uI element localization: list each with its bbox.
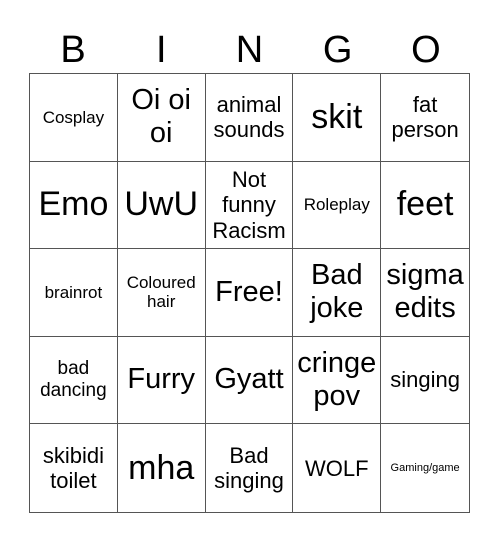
bingo-cell[interactable]: Not funny Racism — [205, 161, 294, 250]
header-letter-n: N — [235, 29, 264, 71]
bingo-cell[interactable]: skibidi toilet — [30, 424, 118, 512]
bingo-cell[interactable]: fat person — [381, 74, 469, 162]
header-letter-i: I — [156, 29, 167, 71]
header-letter-b: B — [60, 29, 86, 71]
bingo-cell[interactable]: sigma edits — [381, 249, 469, 337]
bingo-header: B I N G O — [29, 27, 470, 73]
bingo-cell-free[interactable]: Free! — [205, 249, 294, 337]
bingo-cell[interactable]: Emo — [30, 161, 118, 250]
bingo-cell[interactable]: Roleplay — [293, 161, 382, 250]
header-letter-g: G — [322, 29, 353, 71]
bingo-grid: Cosplay Oi oi oi animal sounds skit fat … — [29, 73, 470, 513]
bingo-cell[interactable]: Gaming/game — [381, 424, 469, 512]
bingo-cell[interactable]: cringe pov — [293, 336, 382, 425]
bingo-cell[interactable]: Bad singing — [206, 424, 294, 512]
bingo-cell[interactable]: Furry — [117, 336, 206, 425]
bingo-cell[interactable]: animal sounds — [205, 74, 294, 162]
bingo-cell[interactable]: mha — [118, 424, 206, 512]
bingo-cell[interactable]: skit — [293, 74, 382, 162]
bingo-cell[interactable]: singing — [381, 337, 469, 425]
bingo-cell[interactable]: brainrot — [30, 249, 118, 337]
bingo-cell[interactable]: bad dancing — [30, 336, 118, 425]
bingo-cell[interactable]: feet — [381, 162, 469, 250]
bingo-cell[interactable]: Coloured hair — [117, 249, 206, 337]
bingo-cell[interactable]: Cosplay — [30, 74, 118, 162]
bingo-cell[interactable]: Oi oi oi — [117, 74, 206, 162]
header-letter-o: O — [411, 29, 441, 71]
bingo-cell[interactable]: UwU — [117, 161, 206, 250]
bingo-cell[interactable]: Gyatt — [205, 336, 294, 425]
bingo-cell[interactable]: WOLF — [293, 424, 382, 512]
bingo-cell[interactable]: Bad joke — [293, 249, 382, 337]
